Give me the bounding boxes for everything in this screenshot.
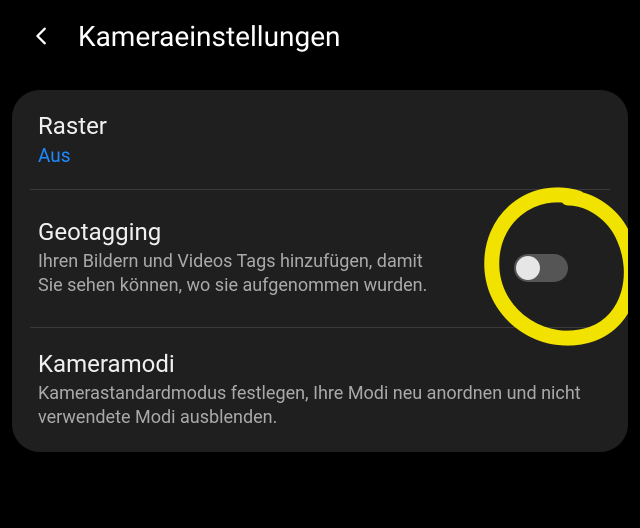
setting-grid-lines[interactable]: Raster Aus <box>12 90 628 189</box>
page-title: Kameraeinstellungen <box>78 20 341 53</box>
geotagging-toggle[interactable] <box>514 254 568 282</box>
setting-value: Aus <box>38 144 602 167</box>
setting-description: Kamerastandardmodus festlegen, Ihre Modi… <box>38 382 598 431</box>
setting-title: Kameramodi <box>38 350 602 378</box>
setting-camera-modes[interactable]: Kameramodi Kamerastandardmodus festlegen… <box>12 328 628 453</box>
header: Kameraeinstellungen <box>0 0 640 72</box>
settings-panel: Raster Aus Geotagging Ihren Bildern und … <box>12 90 628 452</box>
toggle-knob <box>516 256 540 280</box>
setting-description: Ihren Bildern und Videos Tags hinzufügen… <box>38 250 448 299</box>
setting-title: Raster <box>38 112 602 140</box>
back-icon[interactable] <box>30 24 54 48</box>
setting-geotagging[interactable]: Geotagging Ihren Bildern und Videos Tags… <box>12 190 628 327</box>
setting-title: Geotagging <box>38 218 502 246</box>
